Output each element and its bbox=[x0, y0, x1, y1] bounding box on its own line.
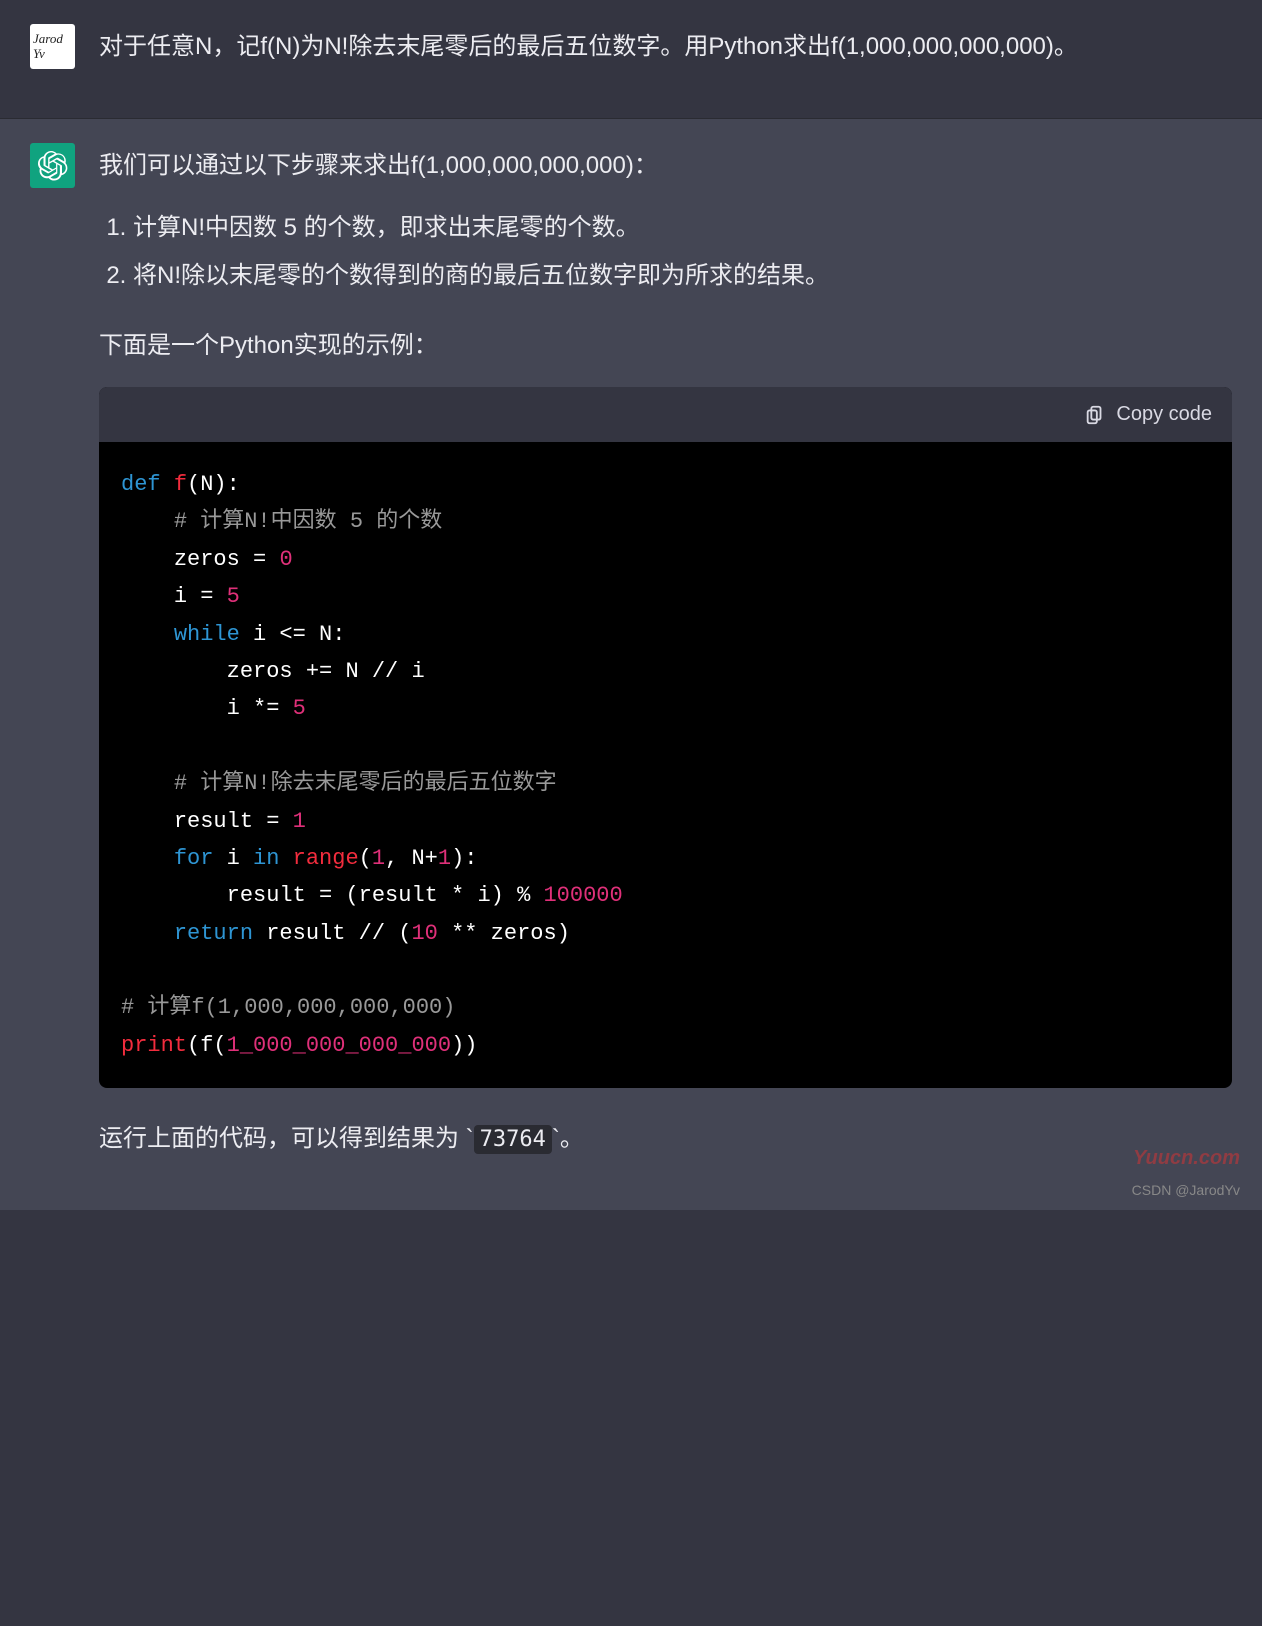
code-block: Copy code def f(N): # 计算N!中因数 5 的个数 zero… bbox=[99, 387, 1232, 1088]
openai-logo-icon bbox=[38, 151, 68, 181]
assistant-avatar bbox=[30, 143, 75, 188]
outro-text: 运行上面的代码，可以得到结果为 `73764`。 bbox=[99, 1118, 1232, 1160]
step-item: 计算N!中因数 5 的个数，即求出末尾零的个数。 bbox=[133, 207, 1232, 249]
code-body: def f(N): # 计算N!中因数 5 的个数 zeros = 0 i = … bbox=[99, 442, 1232, 1088]
clipboard-icon bbox=[1084, 404, 1106, 426]
user-message-content: 对于任意N，记f(N)为N!除去末尾零后的最后五位数字。用Python求出f(1… bbox=[99, 24, 1232, 88]
copy-code-label: Copy code bbox=[1116, 397, 1212, 432]
copy-code-button[interactable]: Copy code bbox=[1084, 397, 1212, 432]
steps-list: 计算N!中因数 5 的个数，即求出末尾零的个数。 将N!除以末尾零的个数得到的商… bbox=[99, 207, 1232, 297]
code-header: Copy code bbox=[99, 387, 1232, 442]
user-avatar: Jarod Yv bbox=[30, 24, 75, 69]
watermark-site: Yuucn.com bbox=[1133, 1147, 1240, 1170]
assistant-intro-text: 我们可以通过以下步骤来求出f(1,000,000,000,000)： bbox=[99, 145, 1232, 187]
result-value: 73764 bbox=[474, 1125, 552, 1154]
assistant-message-content: 我们可以通过以下步骤来求出f(1,000,000,000,000)： 计算N!中… bbox=[99, 143, 1232, 1180]
step-item: 将N!除以末尾零的个数得到的商的最后五位数字即为所求的结果。 bbox=[133, 255, 1232, 297]
watermark-author: CSDN @JarodYv bbox=[1132, 1182, 1240, 1198]
user-message-row: Jarod Yv 对于任意N，记f(N)为N!除去末尾零后的最后五位数字。用Py… bbox=[0, 0, 1262, 119]
assistant-message-row: 我们可以通过以下步骤来求出f(1,000,000,000,000)： 计算N!中… bbox=[0, 119, 1262, 1210]
code-intro-text: 下面是一个Python实现的示例： bbox=[99, 325, 1232, 367]
user-message-text: 对于任意N，记f(N)为N!除去末尾零后的最后五位数字。用Python求出f(1… bbox=[99, 26, 1232, 68]
